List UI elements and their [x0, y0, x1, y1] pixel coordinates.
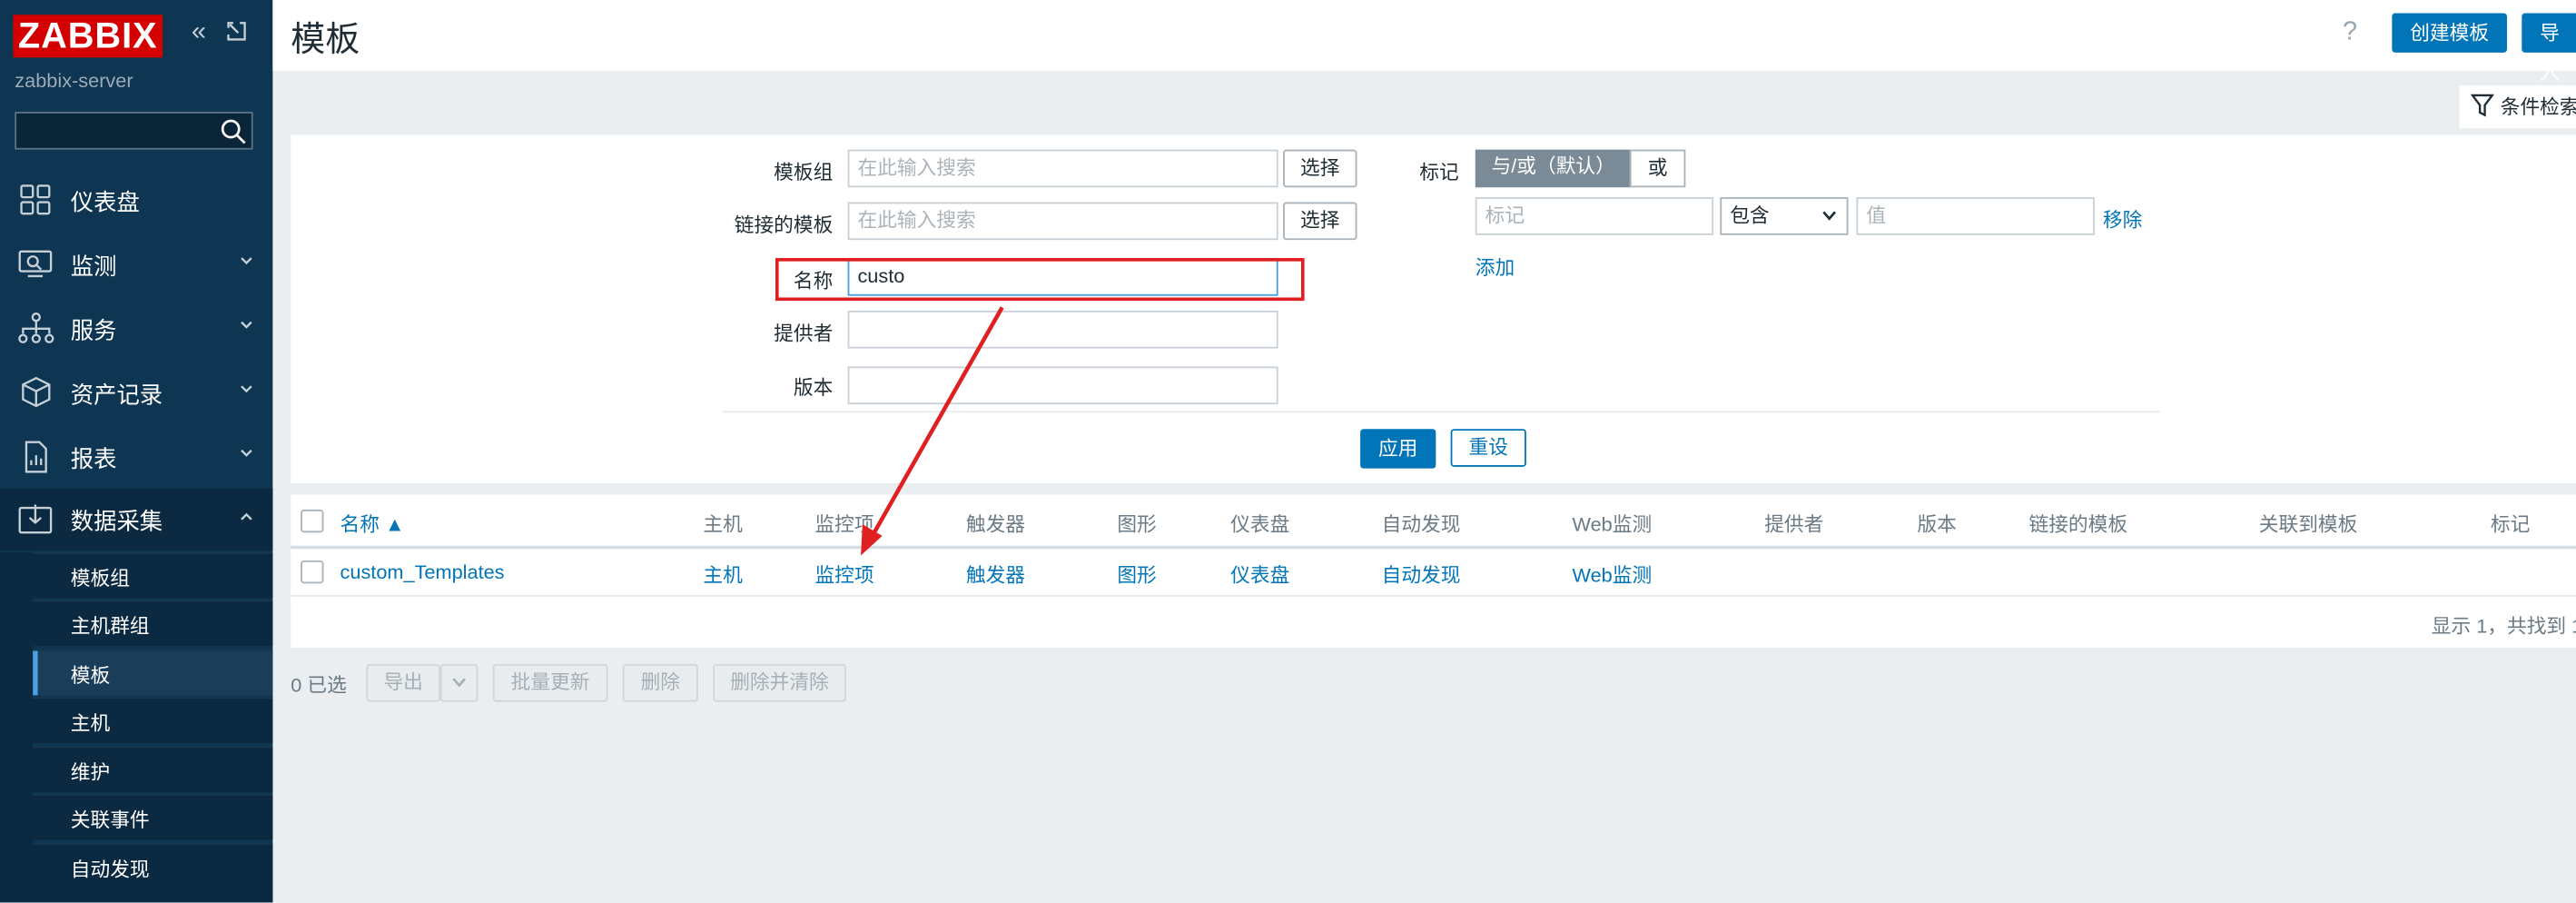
- annotation-arrow-icon: [861, 306, 1004, 556]
